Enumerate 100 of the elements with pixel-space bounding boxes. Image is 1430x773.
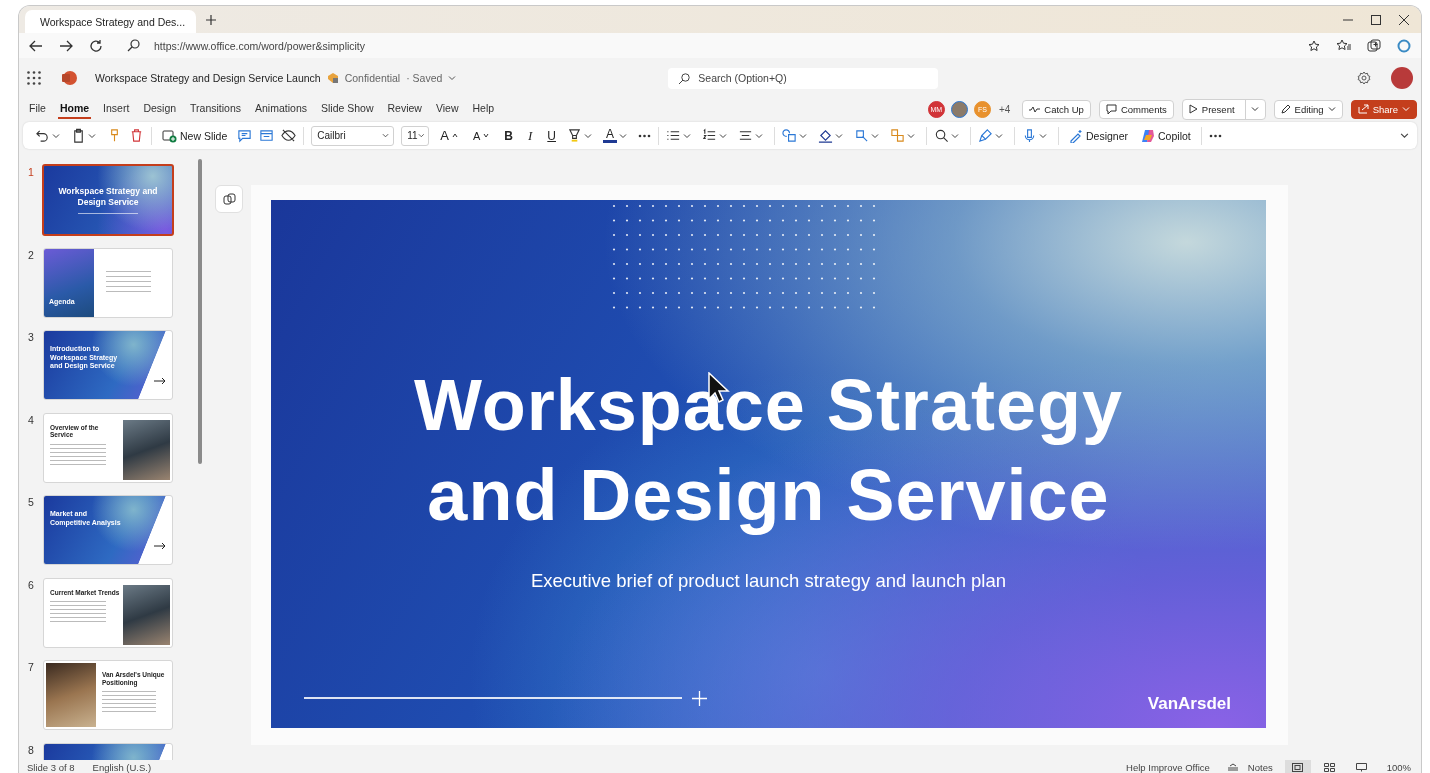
brush-icon[interactable]: [978, 128, 993, 143]
user-avatar[interactable]: [1391, 67, 1413, 89]
share-button[interactable]: Share: [1350, 99, 1417, 119]
chevron-down-icon[interactable]: [52, 131, 60, 140]
search-icon[interactable]: [934, 128, 949, 143]
more-icon[interactable]: [638, 133, 651, 138]
language-status[interactable]: English (U.S.): [92, 761, 152, 773]
sensitivity-label[interactable]: Confidential: [344, 72, 401, 84]
ribbon-tab[interactable]: Home: [57, 99, 92, 119]
editing-mode-button[interactable]: Editing: [1273, 99, 1343, 119]
favorites-icon[interactable]: [1336, 39, 1351, 52]
underline-button[interactable]: U: [543, 126, 560, 145]
shapes-icon[interactable]: [782, 128, 797, 143]
slide-number: 2: [27, 247, 35, 261]
font-color-button[interactable]: A: [603, 128, 617, 143]
chevron-down-icon[interactable]: [907, 131, 915, 140]
ribbon-tab[interactable]: Animations: [253, 99, 309, 119]
italic-button[interactable]: I: [523, 125, 537, 146]
ribbon-tab[interactable]: Review: [385, 99, 424, 119]
text-line: [50, 451, 106, 453]
ribbon-tab[interactable]: Slide Show: [319, 99, 376, 119]
slide-number: 6: [27, 577, 35, 591]
hide-slide-icon[interactable]: [281, 128, 297, 143]
ribbon-tab[interactable]: View: [433, 99, 461, 119]
text-line: [50, 447, 106, 449]
toolbar-button[interactable]: Catch Up: [1022, 99, 1091, 119]
copilot-float-button[interactable]: [215, 185, 243, 213]
close-icon[interactable]: [1399, 14, 1409, 25]
slide-number: 8: [27, 742, 35, 756]
slide-thumbnail[interactable]: Workspace Strategy and Design Service: [42, 164, 174, 236]
view-button[interactable]: [1284, 760, 1311, 773]
clipboard-icon[interactable]: [71, 128, 86, 143]
feedback-link[interactable]: Help Improve Office: [1126, 761, 1210, 773]
ribbon-tab[interactable]: Design: [141, 99, 179, 119]
comment-icon[interactable]: [237, 128, 253, 143]
highlighter-icon[interactable]: [567, 128, 582, 143]
collections-icon[interactable]: [1367, 38, 1381, 53]
chevron-down-icon[interactable]: [683, 131, 691, 140]
scrollbar-thumb[interactable]: [198, 159, 202, 464]
toolbar-button[interactable]: Comments: [1098, 99, 1174, 119]
chevron-down-icon[interactable]: [871, 131, 879, 140]
zoom-level[interactable]: 100%: [1386, 761, 1411, 773]
new-slide-button[interactable]: New Slide: [159, 126, 231, 145]
chevron-down-icon[interactable]: [88, 131, 96, 140]
forward-icon[interactable]: [59, 38, 73, 53]
document-title[interactable]: Workspace Strategy and Design Service Launch: [95, 72, 321, 84]
chevron-down-icon: [1327, 105, 1336, 113]
font-size-dropdown[interactable]: 11: [401, 125, 430, 146]
present-button[interactable]: Present: [1181, 98, 1266, 120]
undo-icon[interactable]: [35, 128, 50, 143]
chevron-down-icon[interactable]: [835, 131, 843, 140]
presentation-icon: [1356, 762, 1368, 772]
shrink-font-button[interactable]: A: [468, 127, 494, 144]
copilot-button[interactable]: Copilot: [1138, 126, 1194, 145]
ribbon-tab[interactable]: Help: [470, 99, 497, 119]
profile-icon[interactable]: [1397, 38, 1411, 53]
maximize-icon[interactable]: [1371, 14, 1381, 25]
chevron-down-icon[interactable]: [584, 131, 592, 140]
designer-button[interactable]: Designer: [1066, 126, 1132, 145]
slide-subtitle[interactable]: Executive brief of product launch strategy and launch plan: [530, 570, 1007, 592]
chevron-down-icon[interactable]: [619, 131, 627, 140]
chevron-down-icon[interactable]: [1250, 105, 1259, 113]
more-icon[interactable]: [1208, 133, 1222, 138]
grow-font-button[interactable]: A: [436, 126, 462, 145]
chevron-down-icon[interactable]: [1039, 131, 1047, 140]
ribbon-tab[interactable]: Transitions: [188, 99, 244, 119]
powerpoint-logo-icon[interactable]: [61, 70, 77, 86]
more-collaborators[interactable]: +4: [998, 103, 1011, 115]
search-field[interactable]: Search (Option+Q): [668, 67, 939, 89]
collapse-ribbon-icon[interactable]: [1400, 131, 1409, 140]
chevron-down-icon[interactable]: [719, 131, 727, 140]
text-line: [50, 601, 106, 602]
chevron-down-icon[interactable]: [755, 131, 763, 140]
shape-outline-icon[interactable]: [854, 128, 869, 143]
align-icon[interactable]: [738, 128, 753, 143]
settings-icon[interactable]: [1357, 71, 1371, 85]
chevron-down-icon[interactable]: [995, 131, 1003, 140]
collaborator-avatar[interactable]: [950, 100, 968, 118]
arrange-icon[interactable]: [890, 128, 905, 143]
layout-icon[interactable]: [259, 128, 275, 143]
back-icon[interactable]: [29, 38, 43, 53]
fill-bucket-icon[interactable]: [818, 128, 833, 143]
ribbon-tab[interactable]: File: [27, 99, 48, 119]
bold-button[interactable]: B: [500, 126, 517, 145]
star-icon[interactable]: [1308, 39, 1320, 52]
text-line: [106, 270, 151, 272]
new-tab-icon[interactable]: [206, 14, 216, 25]
microphone-icon[interactable]: [1022, 128, 1037, 143]
delete-icon[interactable]: [129, 128, 144, 143]
notes-button[interactable]: Notes: [1227, 761, 1273, 773]
font-dropdown[interactable]: Cailbri: [311, 125, 395, 146]
refresh-icon[interactable]: [89, 38, 103, 53]
app-launcher-icon[interactable]: [27, 71, 41, 85]
numbering-icon[interactable]: [702, 128, 717, 143]
browser-tab[interactable]: Workspace Strategy and Des...: [25, 10, 196, 33]
chevron-down-icon[interactable]: [799, 131, 807, 140]
slide-title[interactable]: Workspace Strategy and Design Service: [358, 360, 1179, 540]
ribbon-tab[interactable]: Insert: [101, 99, 132, 119]
bullets-icon[interactable]: [666, 128, 681, 143]
chevron-down-icon[interactable]: [951, 131, 959, 140]
